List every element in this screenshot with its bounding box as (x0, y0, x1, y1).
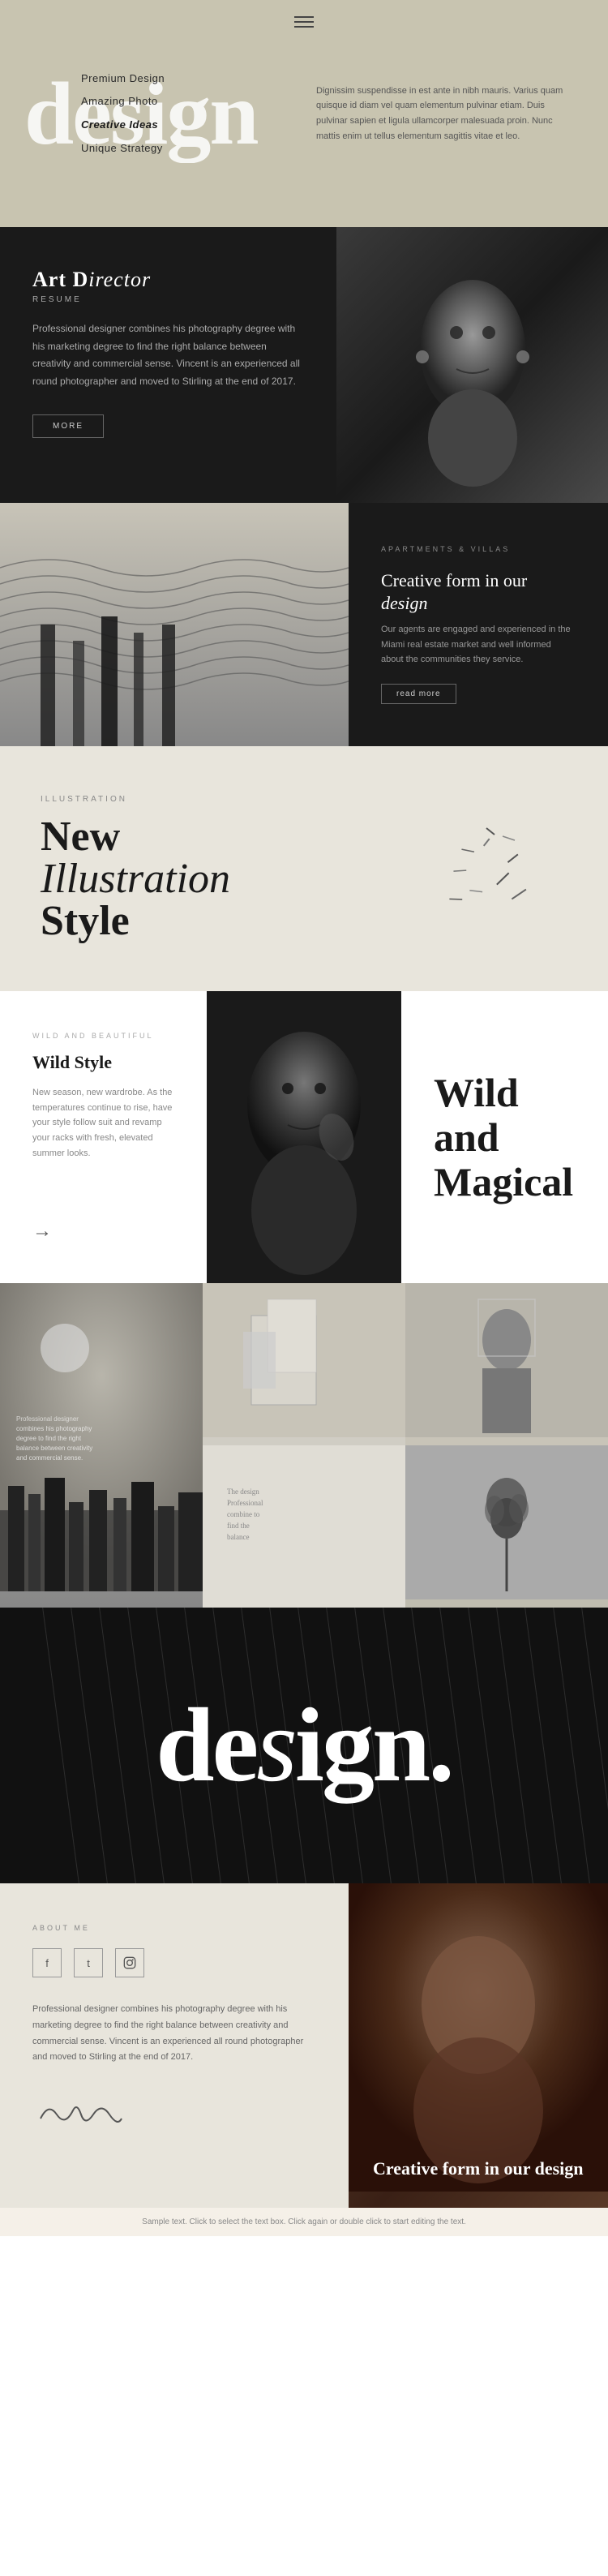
grid-cell-top-mid (203, 1283, 405, 1445)
illustration-label: ILLUSTRATION (41, 795, 405, 804)
signature-svg (32, 2090, 130, 2131)
grid-cell-large: Professional designer combines his photo… (0, 1283, 203, 1608)
wave-category: APARTMENTS & VILLAS (381, 545, 576, 553)
illustration-line1: New (41, 814, 120, 860)
read-more-button[interactable]: read more (381, 684, 456, 704)
scatter-decoration (438, 820, 535, 917)
illustration-left: ILLUSTRATION New Illustration Style (41, 795, 405, 942)
hamburger-menu[interactable] (294, 16, 314, 28)
art-director-section: Art Director RESUME Professional designe… (0, 227, 608, 503)
about-section: ABOUT ME f t Professional designer combi… (0, 1883, 608, 2208)
grid-cell-top-right (405, 1283, 608, 1445)
wild-subtitle: Wild Style (32, 1052, 174, 1073)
wave-section: APARTMENTS & VILLAS Creative form in our… (0, 503, 608, 746)
wild-photo-svg (207, 991, 401, 1283)
about-caption-title: Creative form in our design (373, 2158, 584, 2179)
svg-text:balance: balance (227, 1533, 249, 1541)
wild-section: WILD AND BEAUTIFUL Wild Style New season… (0, 991, 608, 1283)
svg-text:degree to find the right: degree to find the right (16, 1435, 82, 1442)
about-photo-svg (349, 1883, 608, 2192)
wild-photo (207, 991, 401, 1283)
wild-left: WILD AND BEAUTIFUL Wild Style New season… (0, 991, 207, 1283)
hero-nav: Premium Design Amazing Photo Creative Id… (32, 59, 292, 168)
about-right: Creative form in our design (349, 1883, 608, 2208)
art-director-description: Professional designer combines his photo… (32, 320, 304, 390)
svg-text:find the: find the (227, 1522, 250, 1530)
illustration-line3: Style (41, 898, 130, 944)
wild-image (207, 991, 401, 1283)
svg-text:balance between creativity: balance between creativity (16, 1445, 92, 1452)
svg-text:The design: The design (227, 1488, 259, 1496)
grid-cell-bot-right (405, 1445, 608, 1608)
social-icons: f t (32, 1948, 316, 1977)
sample-text-bar: Sample text. Click to select the text bo… (0, 2208, 608, 2236)
grid-right-bot-photo (405, 1445, 608, 1599)
grid-right-top-photo (405, 1283, 608, 1437)
design-big-section: design. (0, 1608, 608, 1883)
wave-heading: Creative form in our design (381, 569, 576, 616)
grid-cell-bot-mid: The design Professional combine to find … (203, 1445, 405, 1608)
nav-unique-strategy[interactable]: Unique Strategy (81, 137, 292, 161)
design-big-word: design. (156, 1685, 452, 1806)
wave-right: APARTMENTS & VILLAS Creative form in our… (349, 503, 608, 746)
about-label: ABOUT ME (32, 1924, 316, 1932)
grid-large-photo: Professional designer combines his photo… (0, 1283, 203, 1591)
grid-mid-top-photo (203, 1283, 405, 1437)
more-button[interactable]: MORE (32, 414, 104, 438)
wild-label: WILD AND BEAUTIFUL (32, 1032, 174, 1040)
grid-mid-bot-photo: The design Professional combine to find … (203, 1445, 405, 1599)
illustration-section: ILLUSTRATION New Illustration Style (0, 746, 608, 991)
face-silhouette-svg (392, 243, 554, 487)
about-left: ABOUT ME f t Professional designer combi… (0, 1883, 349, 2208)
wild-right: Wild and Magical (401, 991, 608, 1283)
illustration-title: New Illustration Style (41, 816, 405, 942)
about-photo: Creative form in our design (349, 1883, 608, 2208)
resume-label: RESUME (32, 295, 304, 304)
arrow-button[interactable]: → (32, 1221, 174, 1243)
photo-grid-section: Professional designer combines his photo… (0, 1283, 608, 1608)
wave-svg (0, 503, 349, 746)
art-director-image (336, 227, 608, 503)
art-director-title: Art Director (32, 268, 304, 292)
signature (32, 2090, 316, 2138)
wave-image (0, 503, 349, 746)
illustration-right (405, 820, 567, 917)
wild-description: New season, new wardrobe. As the tempera… (32, 1085, 174, 1161)
wild-heading: Wild and Magical (434, 1071, 576, 1204)
svg-text:and commercial sense.: and commercial sense. (16, 1454, 83, 1462)
nav-premium-design[interactable]: Premium Design (81, 67, 292, 91)
instagram-icon[interactable] (115, 1948, 144, 1977)
art-director-photo (336, 227, 608, 503)
hero-body-text: Dignissim suspendisse in est ante in nib… (316, 84, 576, 144)
svg-text:combine to: combine to (227, 1510, 260, 1518)
illustration-line2: Illustration (41, 856, 230, 902)
facebook-icon[interactable]: f (32, 1948, 62, 1977)
twitter-icon[interactable]: t (74, 1948, 103, 1977)
hero-right: Dignissim suspendisse in est ante in nib… (292, 84, 576, 144)
about-description: Professional designer combines his photo… (32, 2002, 316, 2066)
hero-left: design Premium Design Amazing Photo Crea… (32, 59, 292, 168)
hero-section: design Premium Design Amazing Photo Crea… (0, 0, 608, 227)
art-director-text: Art Director RESUME Professional designe… (0, 227, 336, 503)
nav-creative-ideas[interactable]: Creative Ideas (81, 114, 292, 137)
about-caption: Creative form in our design (373, 2158, 584, 2183)
svg-text:Professional designer: Professional designer (16, 1415, 79, 1423)
nav-amazing-photo[interactable]: Amazing Photo (81, 90, 292, 114)
footer-sample-text: Sample text. Click to select the text bo… (142, 2218, 466, 2226)
svg-text:Professional: Professional (227, 1499, 263, 1507)
svg-text:combines his photography: combines his photography (16, 1425, 92, 1432)
wave-description: Our agents are engaged and experienced i… (381, 622, 576, 668)
